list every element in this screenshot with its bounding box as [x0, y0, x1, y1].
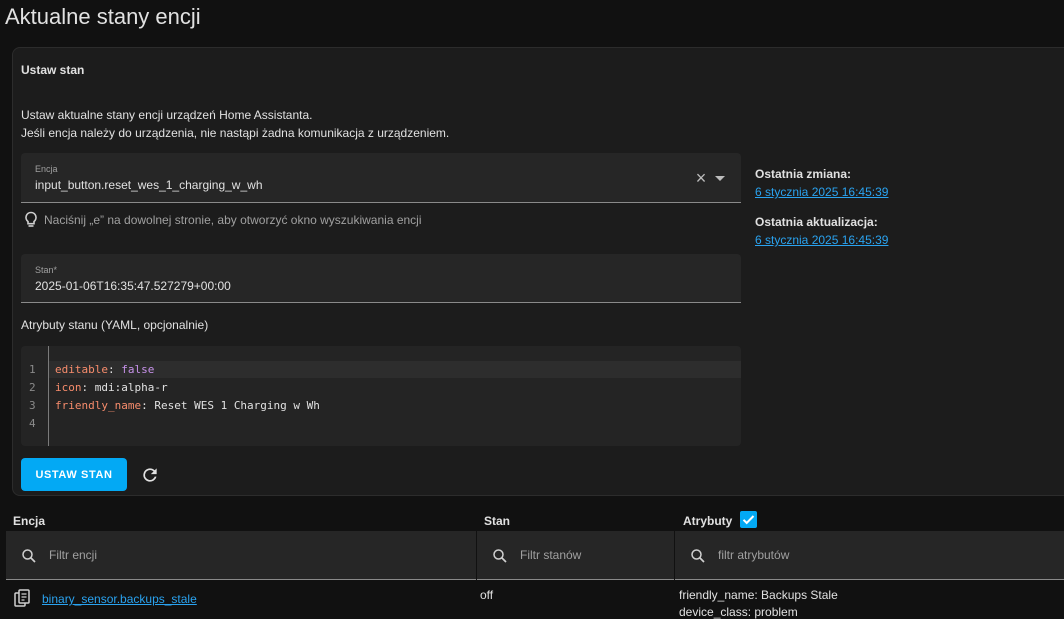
state-field-label: Stan*	[35, 265, 58, 275]
intro-text: Ustaw aktualne stany encji urządzeń Home…	[21, 106, 449, 142]
last-changed-label: Ostatnia zmiana:	[755, 167, 852, 181]
yaml-value: mdi:alpha-r	[94, 381, 168, 394]
yaml-key: editable	[55, 363, 108, 376]
yaml-value: false	[121, 363, 155, 376]
state-filter-placeholder: Filtr stanów	[520, 548, 582, 562]
code-line[interactable]: editable: false	[55, 363, 154, 376]
yaml-value: Reset WES 1 Charging w Wh	[154, 399, 320, 412]
yaml-sep: :	[107, 363, 122, 376]
search-hint: Naciśnij „e” na dowolnej stronie, aby ot…	[24, 211, 422, 228]
checkmark-icon	[742, 515, 755, 525]
last-updated-link[interactable]: 6 stycznia 2025 16:45:39	[755, 233, 888, 247]
page-title: Aktualne stany encji	[5, 4, 201, 29]
refresh-icon[interactable]	[140, 465, 160, 485]
entity-filter-placeholder: Filtr encji	[49, 548, 98, 562]
table-row-attr-line-2: device_class: problem	[679, 605, 798, 619]
entity-picker-value[interactable]: input_button.reset_wes_1_charging_w_wh	[35, 178, 263, 192]
attributes-filter-placeholder: filtr atrybutów	[718, 548, 790, 562]
dropdown-arrow-icon[interactable]	[715, 176, 725, 181]
table-row-attr-line-1: friendly_name: Backups Stale	[679, 588, 838, 602]
line-number: 4	[29, 417, 36, 430]
line-number: 1	[29, 363, 36, 376]
attributes-label: Atrybuty stanu (YAML, opcjonalnie)	[21, 318, 209, 332]
search-hint-text: Naciśnij „e” na dowolnej stronie, aby ot…	[44, 212, 422, 227]
search-icon	[22, 549, 36, 563]
card-title: Ustaw stan	[21, 63, 85, 77]
line-number: 3	[29, 399, 36, 412]
intro-line-2: Jeśli encja należy do urządzenia, nie na…	[21, 126, 450, 140]
set-state-card: Ustaw stan Ustaw aktualne stany encji ur…	[12, 47, 1064, 496]
state-filter[interactable]: Filtr stanów	[477, 531, 674, 580]
attributes-checkbox[interactable]	[740, 511, 757, 528]
clipboard-icon[interactable]	[14, 589, 30, 607]
line-number: 2	[29, 381, 36, 394]
search-icon	[493, 549, 507, 563]
state-field[interactable]: Stan* 2025-01-06T16:35:47.527279+00:00	[21, 254, 741, 303]
last-updated-label: Ostatnia aktualizacja:	[755, 215, 878, 229]
yaml-sep: :	[141, 399, 155, 412]
table-row-entity-link[interactable]: binary_sensor.backups_stale	[42, 592, 197, 606]
line-number-gutter: 1 2 3 4	[21, 346, 49, 446]
column-header-state: Stan	[484, 514, 511, 528]
code-line[interactable]: friendly_name: Reset WES 1 Charging w Wh	[55, 399, 320, 412]
entity-picker-label: Encja	[35, 164, 58, 174]
search-icon	[691, 549, 705, 563]
code-line[interactable]: icon: mdi:alpha-r	[55, 381, 168, 394]
yaml-key: friendly_name	[55, 399, 142, 412]
column-header-attributes: Atrybuty	[683, 514, 733, 528]
table-row-state: off	[480, 588, 494, 602]
state-field-value[interactable]: 2025-01-06T16:35:47.527279+00:00	[35, 279, 231, 293]
lightbulb-icon	[25, 211, 37, 227]
yaml-editor[interactable]: 1 2 3 4 editable: false icon: mdi:alpha-…	[21, 346, 741, 446]
entity-filter[interactable]: Filtr encji	[6, 531, 476, 580]
entity-picker[interactable]: Encja input_button.reset_wes_1_charging_…	[21, 153, 741, 203]
attributes-filter[interactable]: filtr atrybutów	[675, 531, 1064, 580]
set-state-button[interactable]: USTAW STAN	[21, 458, 127, 491]
yaml-sep: :	[81, 381, 95, 394]
clear-icon[interactable]: ×	[693, 169, 709, 187]
yaml-key: icon	[55, 381, 82, 394]
last-changed-link[interactable]: 6 stycznia 2025 16:45:39	[755, 185, 888, 199]
intro-line-1: Ustaw aktualne stany encji urządzeń Home…	[21, 108, 313, 122]
column-header-entity: Encja	[13, 514, 46, 528]
